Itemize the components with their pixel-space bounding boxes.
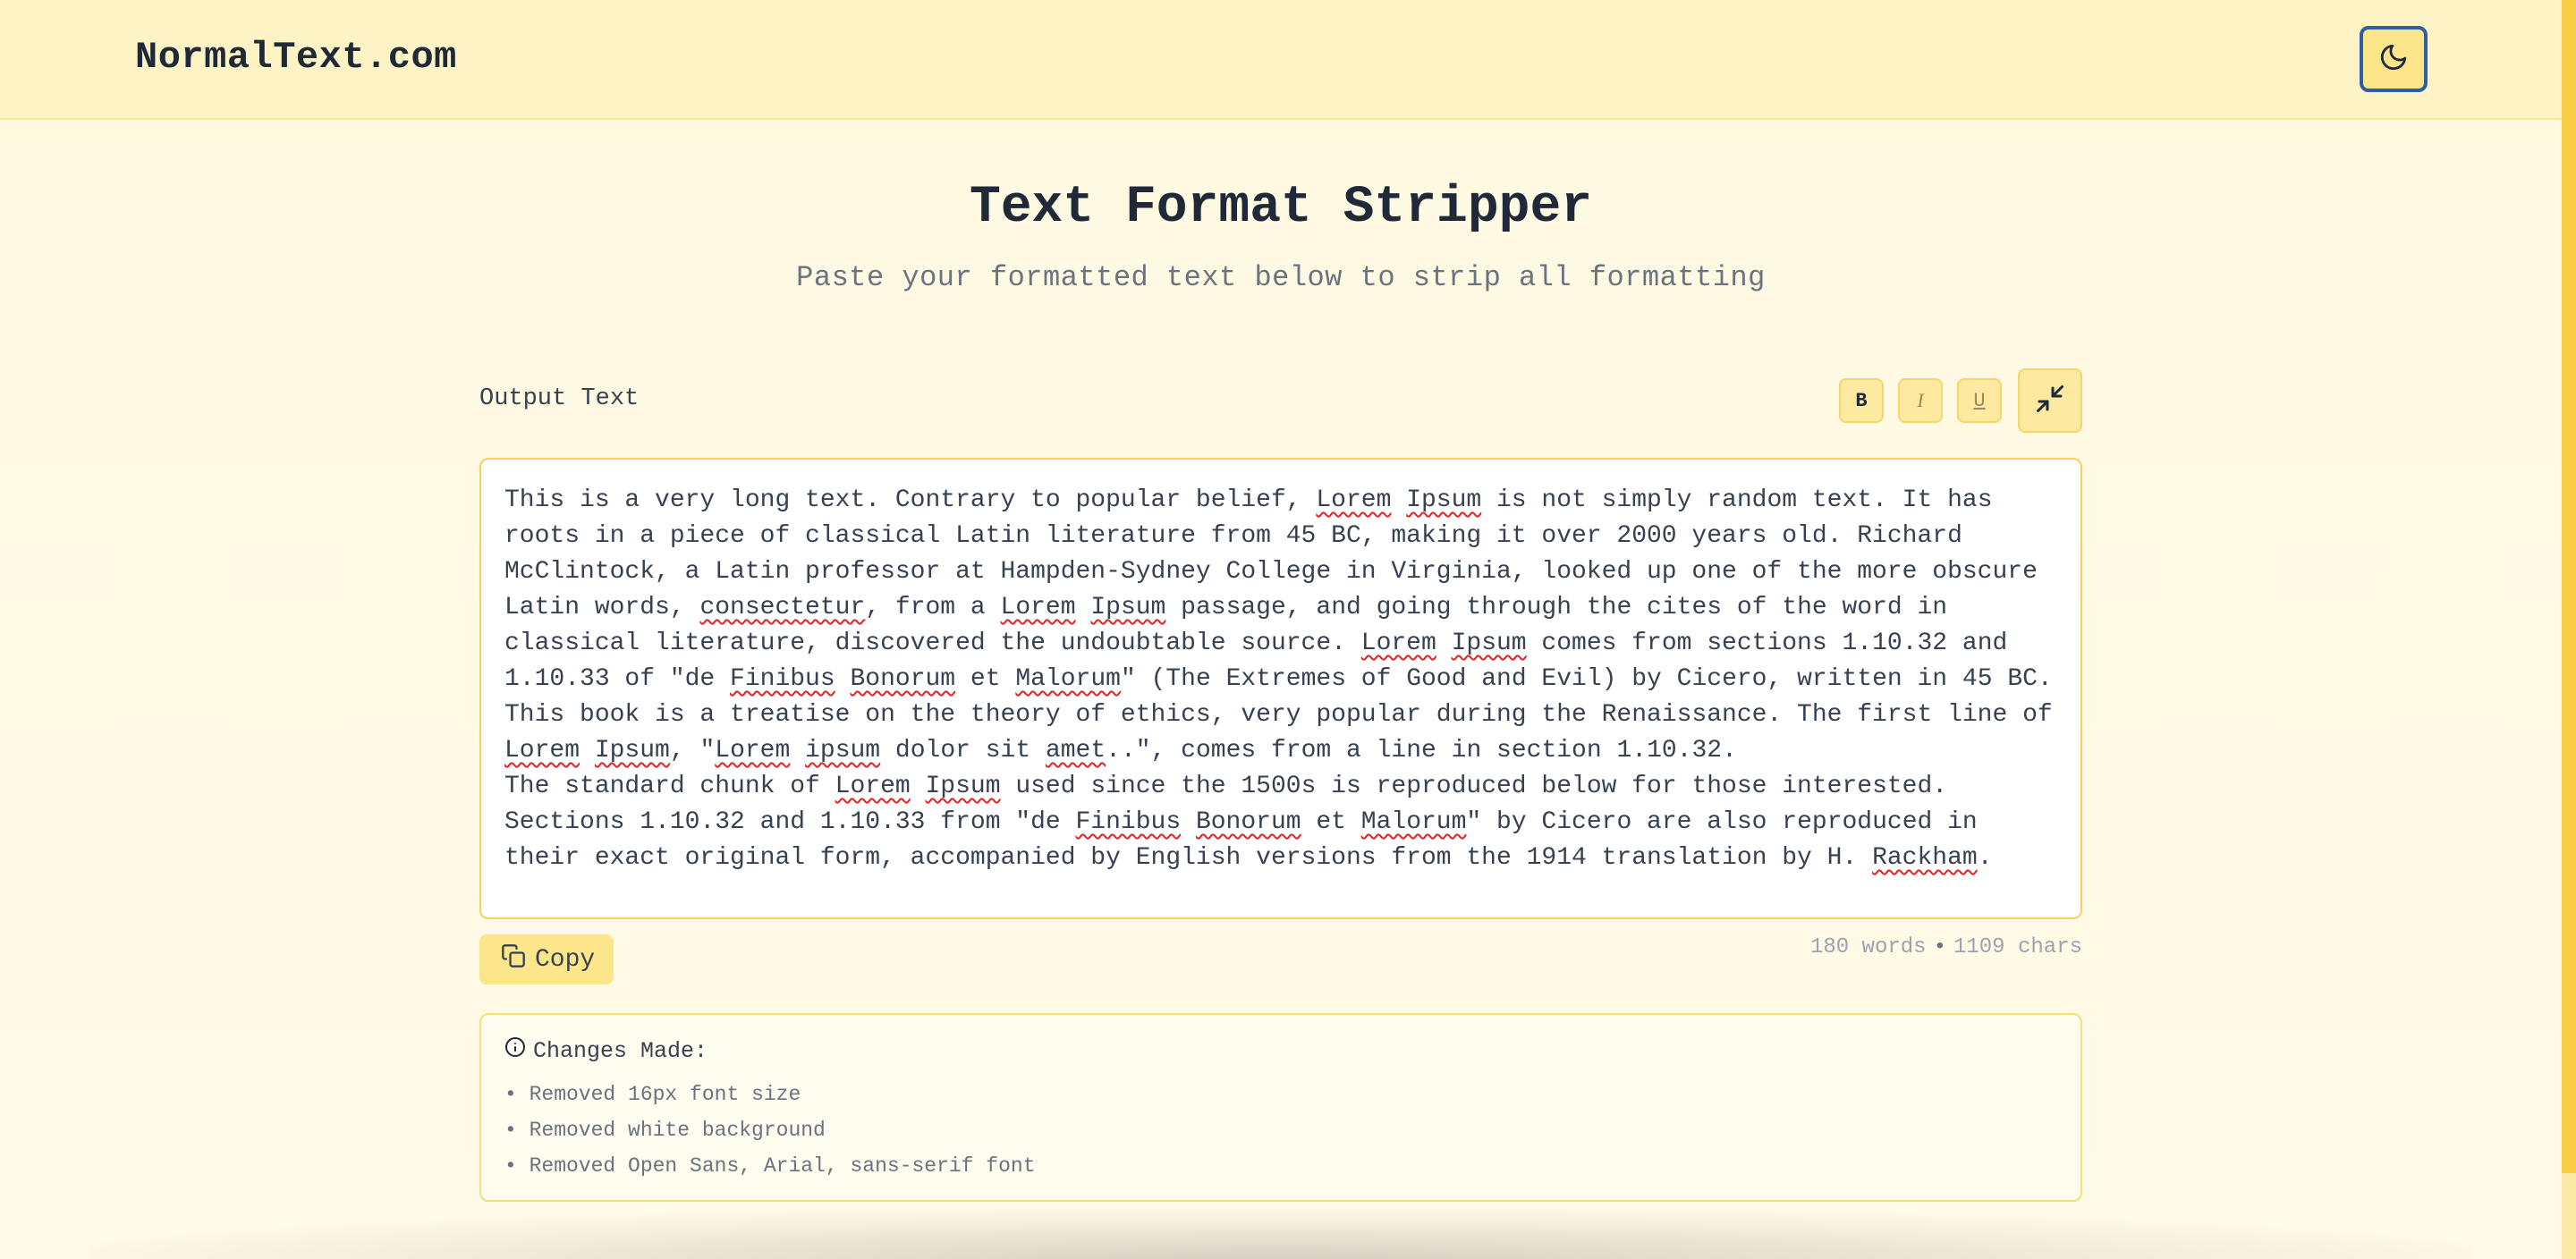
output-text-segment [790, 737, 805, 765]
output-text-segment: et [955, 665, 1016, 693]
misspelled-word: Lorem [1360, 630, 1436, 657]
misspelled-word: Ipsum [1090, 594, 1166, 621]
output-text-segment [580, 737, 595, 765]
output-text-segment [1076, 594, 1091, 621]
output-label: Output Text [479, 385, 640, 412]
misspelled-word: Finibus [1075, 808, 1182, 836]
output-text-segment [911, 773, 926, 800]
misspelled-word: Finibus [730, 665, 835, 693]
misspelled-word: Lorem [504, 737, 580, 765]
moon-icon [2378, 42, 2409, 77]
misspelled-word: Rackham [1872, 844, 1978, 872]
word-count: 180 words [1809, 935, 1927, 959]
output-text-area[interactable]: This is a very long text. Contrary to po… [479, 458, 2082, 919]
scrollbar-track[interactable] [2562, 0, 2576, 1259]
output-text-segment [1436, 630, 1452, 657]
output-text-segment [1391, 486, 1406, 514]
stats-separator: • [1933, 935, 1946, 959]
changes-title: Changes Made: [504, 1036, 708, 1065]
info-icon [504, 1036, 526, 1065]
misspelled-word: Ipsum [1406, 486, 1482, 514]
misspelled-word: Lorem [1316, 486, 1392, 514]
page-subtitle: Paste your formatted text below to strip… [796, 261, 1766, 294]
output-text-segment: . [1977, 844, 1993, 872]
site-logo[interactable]: NormalText.com [135, 36, 457, 79]
changes-title-text: Changes Made: [533, 1037, 708, 1064]
scrollbar-thumb[interactable] [2562, 0, 2576, 1173]
char-count: 1109 chars [1953, 935, 2082, 959]
misspelled-word: Malorum [1360, 808, 1467, 836]
output-text-segment: dolor sit [880, 737, 1046, 765]
misspelled-word: Ipsum [594, 737, 670, 765]
output-text-segment: This is a very long text. Contrary to po… [504, 486, 1317, 514]
output-text-segment: et [1301, 808, 1361, 836]
misspelled-word: consectetur [699, 594, 866, 621]
bottom-shadow [89, 1209, 2472, 1259]
misspelled-word: ipsum [805, 737, 881, 765]
copy-icon [501, 943, 526, 976]
misspelled-word: Lorem [835, 773, 911, 800]
output-text-segment [1181, 808, 1196, 836]
copy-button[interactable]: Copy [479, 934, 614, 984]
changes-panel: Changes Made: • Removed 16px font size •… [479, 1013, 2082, 1202]
misspelled-word: Ipsum [925, 773, 1001, 800]
theme-toggle-button[interactable] [2360, 26, 2428, 92]
site-header: NormalText.com [0, 0, 2562, 120]
misspelled-word: Bonorum [1195, 808, 1301, 836]
collapse-button[interactable] [2018, 368, 2082, 433]
misspelled-word: Bonorum [850, 665, 956, 693]
minimize-icon [2034, 383, 2066, 419]
misspelled-word: Malorum [1015, 665, 1121, 693]
change-item: • Removed 16px font size [504, 1083, 801, 1106]
page-title: Text Format Stripper [969, 179, 1593, 237]
output-text-segment [835, 665, 851, 693]
output-text-segment: , from a [865, 594, 1001, 621]
bold-button[interactable]: B [1839, 378, 1884, 423]
misspelled-word: Ipsum [1451, 630, 1527, 657]
underline-button[interactable]: U [1957, 378, 2002, 423]
change-item: • Removed Open Sans, Arial, sans-serif f… [504, 1154, 1036, 1178]
misspelled-word: Lorem [715, 737, 791, 765]
text-stats: 180 words • 1109 chars [1810, 935, 2082, 959]
copy-label: Copy [535, 945, 596, 974]
change-item: • Removed white background [504, 1119, 826, 1142]
misspelled-word: Lorem [1000, 594, 1076, 621]
output-text-segment: , " [669, 737, 716, 765]
italic-button[interactable]: I [1898, 378, 1943, 423]
misspelled-word: amet [1045, 737, 1106, 765]
